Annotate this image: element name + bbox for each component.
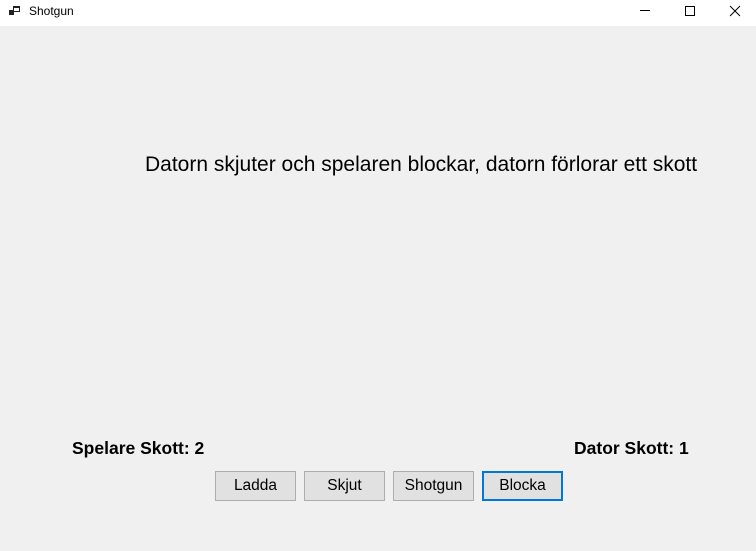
minimize-button[interactable] — [622, 0, 668, 22]
maximize-icon — [685, 6, 695, 16]
app-window-icon — [8, 4, 22, 18]
game-panel: Datorn skjuter och spelaren blockar, dat… — [0, 26, 756, 551]
load-button[interactable]: Ladda — [215, 471, 296, 501]
title-bar[interactable]: Shotgun — [0, 0, 756, 26]
shoot-button[interactable]: Skjut — [304, 471, 385, 501]
player-score-label: Spelare Skott: 2 — [72, 438, 205, 458]
minimize-icon — [640, 10, 650, 11]
maximize-button[interactable] — [667, 0, 713, 22]
shotgun-button[interactable]: Shotgun — [393, 471, 474, 501]
window-title: Shotgun — [29, 4, 74, 18]
close-button[interactable] — [712, 0, 756, 22]
computer-score-label: Dator Skott: 1 — [574, 438, 689, 458]
block-button[interactable]: Blocka — [482, 471, 563, 501]
close-icon — [729, 5, 741, 17]
game-message: Datorn skjuter och spelaren blockar, dat… — [145, 153, 698, 176]
